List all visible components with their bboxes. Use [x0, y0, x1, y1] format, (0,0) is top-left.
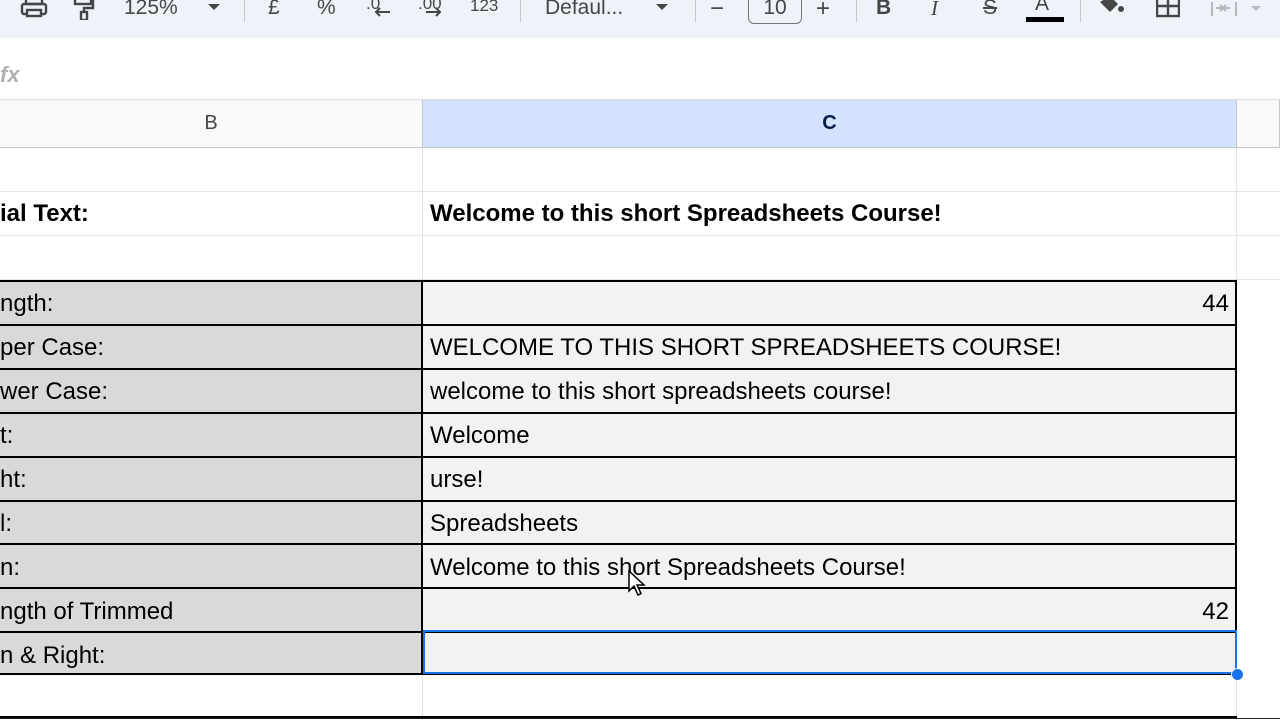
font-select[interactable]: Defaul...	[545, 0, 623, 20]
cell-text: l:	[0, 509, 12, 537]
chevron-down-icon[interactable]	[1250, 5, 1262, 12]
toolbar-divider	[244, 0, 245, 22]
cell-c10[interactable]: Spreadsheets	[422, 502, 1237, 545]
table-border	[0, 324, 1237, 326]
cell-text: wer Case:	[0, 377, 109, 405]
arrow-right-icon	[426, 7, 442, 17]
cell-c9[interactable]: urse!	[422, 458, 1237, 501]
cell-b9[interactable]: ht:	[0, 458, 422, 501]
cell-text: urse!	[430, 465, 484, 493]
cell-text: t:	[0, 421, 14, 449]
cell-b13[interactable]: n & Right:	[0, 634, 422, 677]
cell-text: 42	[1202, 597, 1229, 625]
table-border	[0, 500, 1237, 502]
cell-b12[interactable]: ngth of Trimmed	[0, 590, 422, 633]
cell-text: Spreadsheets	[430, 509, 579, 537]
bold-button[interactable]: B	[876, 0, 891, 20]
table-border	[0, 368, 1237, 370]
table-border	[1235, 280, 1237, 675]
formula-bar: fx	[0, 38, 1280, 100]
cell-b8[interactable]: t:	[0, 414, 422, 457]
borders-icon[interactable]	[1156, 0, 1180, 18]
mouse-pointer-icon	[628, 570, 646, 597]
increase-font-size-button[interactable]: +	[816, 0, 830, 23]
cell-text: ngth of Trimmed	[0, 597, 174, 625]
cell-text: Welcome to this short Spreadsheets Cours…	[430, 200, 942, 227]
percent-format-button[interactable]: %	[317, 0, 336, 20]
italic-button[interactable]: I	[931, 0, 938, 21]
cell-c11[interactable]: Welcome to this short Spreadsheets Cours…	[422, 546, 1237, 589]
cell-c12[interactable]: 42	[422, 590, 1237, 633]
toolbar-divider	[1080, 0, 1081, 22]
cell-c6[interactable]: WELCOME TO THIS SHORT SPREADSHEETS COURS…	[422, 326, 1237, 369]
cell-text: ht:	[0, 465, 27, 493]
column-header-b[interactable]: B	[0, 100, 423, 148]
cell-text: n:	[0, 553, 21, 581]
cell-b5[interactable]: ngth:	[0, 282, 422, 325]
cell-c8[interactable]: Welcome	[422, 414, 1237, 457]
cell-b11[interactable]: n:	[0, 546, 422, 589]
cell-text: welcome to this short spreadsheets cours…	[430, 377, 892, 405]
table-border	[421, 280, 423, 675]
chevron-down-icon[interactable]	[655, 3, 669, 11]
more-formats-button[interactable]: 123	[470, 0, 498, 16]
fx-icon: fx	[0, 62, 20, 87]
column-header-d[interactable]	[1237, 100, 1280, 148]
table-border	[0, 412, 1237, 414]
table-border	[0, 280, 1237, 282]
cell-c3[interactable]: Welcome to this short Spreadsheets Cours…	[422, 192, 1237, 236]
table-border	[0, 716, 1237, 718]
toolbar-divider	[520, 0, 521, 22]
toolbar-divider	[695, 0, 696, 22]
toolbar: 125% £ % .0 .00 123 Defaul... − 10 + B I…	[0, 0, 1280, 39]
currency-format-button[interactable]: £	[268, 0, 280, 20]
table-border	[0, 587, 1237, 589]
cell-text: WELCOME TO THIS SHORT SPREADSHEETS COURS…	[430, 333, 1062, 361]
cell-b10[interactable]: l:	[0, 502, 422, 545]
cell-b3[interactable]: ial Text:	[0, 192, 422, 236]
active-cell-selection[interactable]	[423, 630, 1237, 674]
text-color-button[interactable]: A	[1035, 0, 1049, 16]
cell-c5[interactable]: 44	[422, 282, 1237, 325]
table-border	[0, 543, 1237, 545]
decrease-font-size-button[interactable]: −	[710, 0, 724, 23]
fill-color-icon[interactable]	[1098, 0, 1126, 16]
cell-text: ial Text:	[0, 200, 89, 227]
font-size-input[interactable]: 10	[748, 0, 802, 24]
cell-text: ngth:	[0, 289, 54, 317]
cell-c7[interactable]: welcome to this short spreadsheets cours…	[422, 370, 1237, 413]
cell-b7[interactable]: wer Case:	[0, 370, 422, 413]
cell-text: Welcome	[430, 421, 530, 449]
cell-text: n & Right:	[0, 641, 106, 669]
cell-text: Welcome to this short Spreadsheets Cours…	[430, 553, 906, 581]
chevron-down-icon[interactable]	[207, 3, 221, 11]
table-border	[0, 456, 1237, 458]
fill-handle[interactable]	[1231, 668, 1244, 681]
paint-format-icon[interactable]	[72, 0, 96, 20]
cell-text: 44	[1202, 289, 1229, 317]
text-color-bar	[1026, 17, 1064, 22]
gridline	[0, 718, 1280, 719]
toolbar-divider	[856, 0, 857, 22]
merge-cells-icon[interactable]	[1210, 0, 1240, 18]
zoom-select[interactable]: 125%	[124, 0, 178, 20]
strikethrough-button[interactable]: S	[983, 0, 997, 20]
cell-b6[interactable]: per Case:	[0, 326, 422, 369]
print-icon[interactable]	[20, 0, 48, 18]
cell-text: per Case:	[0, 333, 105, 361]
arrow-left-icon	[374, 7, 390, 17]
column-header-c[interactable]: C	[423, 100, 1237, 148]
